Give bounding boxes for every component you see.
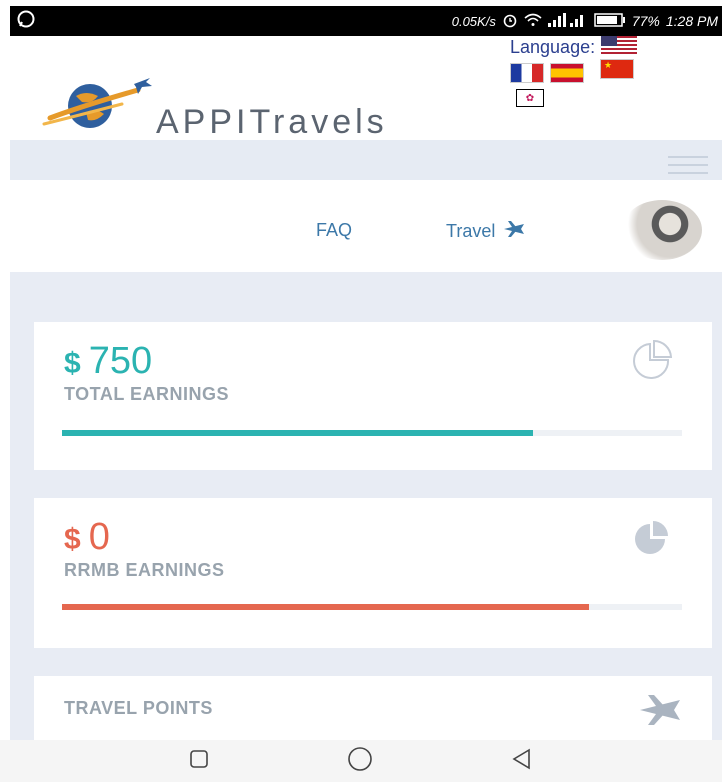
language-selector: Language: ✿ — [510, 36, 700, 107]
travel-points-label: TRAVEL POINTS — [64, 698, 213, 718]
home-icon[interactable] — [345, 744, 375, 779]
pie-chart-outline-icon — [628, 339, 682, 385]
airplane-icon — [503, 220, 525, 243]
airplane-icon — [638, 694, 682, 731]
total-earnings-progress — [62, 430, 682, 436]
nav-band — [10, 140, 722, 180]
total-earnings-progress-fill — [62, 430, 534, 436]
battery-level: 77% — [631, 13, 660, 29]
total-earnings-value: $750 — [64, 340, 153, 382]
pie-chart-icon — [628, 518, 682, 563]
user-avatar[interactable] — [622, 200, 702, 260]
broken-flag-icon[interactable]: ✿ — [516, 89, 544, 107]
whatsapp-icon — [16, 9, 36, 34]
clock: 1:28 PM — [665, 13, 718, 29]
us-flag-icon[interactable] — [601, 36, 638, 59]
total-earnings-card: $750 TOTAL EARNINGS — [34, 322, 712, 470]
hamburger-menu-icon[interactable] — [668, 156, 708, 180]
rrmb-earnings-card: $0 RRMB EARNINGS — [34, 498, 712, 648]
net-speed: 0.05K/s — [451, 13, 496, 29]
brand-logo[interactable]: APPITravels — [42, 72, 388, 139]
battery-icon — [594, 12, 626, 30]
globe-plane-icon — [42, 72, 152, 139]
dashboard-content: $750 TOTAL EARNINGS $0 RRMB EARNINGS TRA… — [10, 272, 722, 756]
alarm-icon — [502, 12, 518, 31]
language-label: Language: — [510, 37, 596, 57]
back-icon[interactable] — [509, 746, 535, 777]
faq-label: FAQ — [316, 220, 353, 240]
china-flag-icon[interactable] — [600, 59, 634, 79]
spain-flag-icon[interactable] — [550, 63, 584, 83]
top-nav: FAQ Travel — [10, 180, 722, 272]
rrmb-earnings-progress-fill — [62, 604, 589, 610]
app-header: APPITravels Language: ✿ — [10, 36, 722, 140]
total-earnings-label: TOTAL EARNINGS — [64, 384, 230, 404]
recent-apps-icon[interactable] — [187, 747, 211, 776]
nav-travel-link[interactable]: Travel — [446, 220, 525, 243]
rrmb-earnings-value: $0 — [64, 516, 110, 558]
brand-name: APPITravels — [156, 103, 388, 141]
signal-icon — [547, 12, 588, 30]
travel-label: Travel — [446, 221, 496, 241]
rrmb-earnings-label: RRMB EARNINGS — [64, 560, 225, 580]
rrmb-earnings-progress — [62, 604, 682, 610]
wifi-icon — [524, 13, 542, 30]
nav-faq-link[interactable]: FAQ — [316, 220, 352, 241]
system-nav-bar — [0, 740, 722, 782]
status-bar: 0.05K/s 77% 1:28 PM — [10, 6, 722, 36]
france-flag-icon[interactable] — [510, 63, 544, 83]
